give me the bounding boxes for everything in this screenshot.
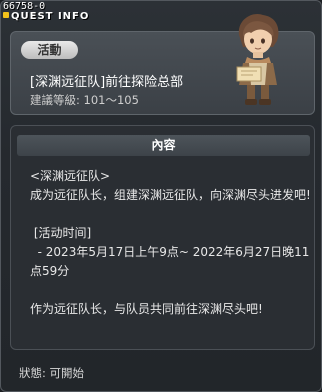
quest-info-window: 66758-0 QUEST INFO 活動 [深渊远征队]前往探险总部 建議等級… bbox=[0, 0, 322, 392]
content-panel: 內容 <深渊远征队> 成为远征队长，组建深渊远征队，向深渊尽头进发吧! [活动时… bbox=[10, 125, 315, 350]
description-line bbox=[30, 281, 312, 300]
npc-portrait bbox=[236, 13, 279, 105]
quest-name: [深渊远征队]前往探险总部 bbox=[30, 75, 184, 90]
description-line: <深渊远征队> bbox=[30, 169, 111, 183]
description-line bbox=[30, 205, 312, 224]
window-title: QUEST INFO bbox=[11, 11, 90, 22]
content-header: 內容 bbox=[17, 135, 310, 156]
event-badge: 活動 bbox=[21, 41, 78, 59]
quest-status: 狀態: 可開始 bbox=[19, 366, 85, 380]
description-line: - 2023年5月17日上午9点~ 2022年6月27日晚11点59分 bbox=[30, 245, 310, 278]
description-line: 成为远征队长，组建深渊远征队，向深渊尽头进发吧! bbox=[30, 188, 311, 202]
description-line: 作为远征队长，与队员共同前往深渊尽头吧! bbox=[30, 302, 263, 316]
description-line: [活动时间] bbox=[30, 226, 92, 240]
quest-description: <深渊远征队> 成为远征队长，组建深渊远征队，向深渊尽头进发吧! [活动时间] … bbox=[30, 167, 312, 319]
title-bullet-icon bbox=[3, 12, 9, 18]
recommended-level: 建議等級: 101～105 bbox=[30, 93, 139, 107]
